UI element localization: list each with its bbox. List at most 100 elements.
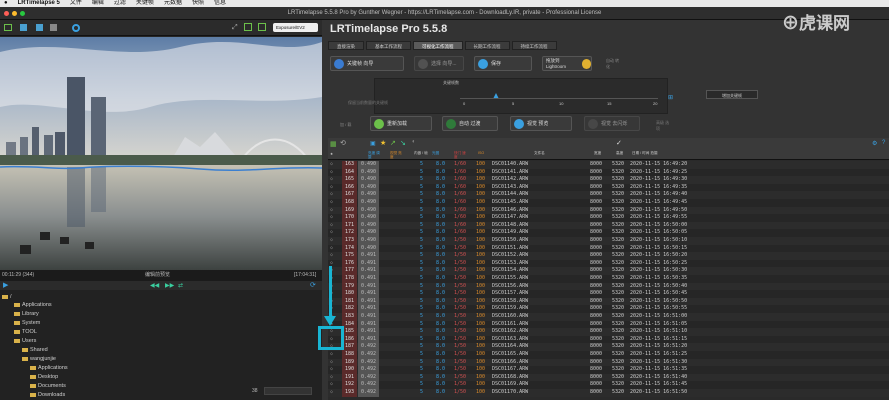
- step-back-icon[interactable]: ◀◀: [150, 282, 159, 289]
- keyframe-marker[interactable]: ◇: [330, 184, 333, 192]
- menu-keyframe[interactable]: 关键帧: [136, 0, 154, 7]
- table-row[interactable]: ◇ 169 0.490 5 8.0 1/60 100 DSC01146.ARW 8000 5320…: [328, 206, 889, 215]
- tab-continuous-workflow[interactable]: 持续工作流程: [511, 41, 557, 50]
- keyframe-marker[interactable]: ◇: [330, 207, 333, 215]
- table-grid-icon[interactable]: ▦: [330, 140, 337, 148]
- select-wizard-button[interactable]: 选择 向导...: [414, 56, 464, 71]
- keyframe-marker[interactable]: ◇: [330, 381, 333, 389]
- th-aperture[interactable]: 光圈: [432, 151, 439, 155]
- table-row[interactable]: ◇ 185 0.491 5 8.0 1/50 100 DSC01162.ARW 8000 5320…: [328, 328, 889, 336]
- keyframe-marker[interactable]: ◇: [330, 161, 333, 169]
- table-row[interactable]: ◇ 166 0.490 5 8.0 1/60 100 DSC01143.ARW 8000 5320…: [328, 183, 889, 192]
- compare-icon[interactable]: [36, 24, 43, 31]
- curve-icon[interactable]: [258, 23, 266, 31]
- tree-root[interactable]: /: [2, 293, 12, 301]
- menu-app-name[interactable]: LRTimelapse 5: [18, 0, 60, 7]
- menu-file[interactable]: 文件: [70, 0, 82, 7]
- sync-icon[interactable]: ⟳: [310, 281, 316, 289]
- keyframe-count-slider[interactable]: 关键帧数 0 5 10 15 20: [374, 78, 668, 114]
- step-forward-icon[interactable]: ▶▶: [165, 282, 174, 289]
- keyframe-marker[interactable]: ◇: [330, 351, 333, 359]
- add-keyframe-button[interactable]: 增加关键帧: [706, 90, 758, 99]
- play-icon[interactable]: ▶: [3, 281, 8, 289]
- menu-metadata[interactable]: 元数据: [164, 0, 182, 7]
- save-button[interactable]: 保存: [474, 56, 532, 71]
- visual-deflicker-button[interactable]: 视觉 去闪烁: [584, 116, 640, 131]
- reload-button[interactable]: 重新加载: [370, 116, 432, 131]
- table-row[interactable]: ◇ 187 0.492 5 8.0 1/50 100 DSC01164.ARW 8000 5320…: [328, 343, 889, 351]
- tab-render[interactable]: 直接渲染: [328, 41, 364, 50]
- th-iso[interactable]: ISO: [478, 151, 484, 155]
- close-window-icon[interactable]: [4, 11, 9, 16]
- tree-item-downloads[interactable]: Downloads: [30, 391, 65, 399]
- help-icon[interactable]: ?: [882, 140, 885, 146]
- table-row[interactable]: ◇ 189 0.492 5 8.0 1/50 100 DSC01166.ARW 8000 5320…: [328, 358, 889, 367]
- tree-item-desktop[interactable]: Desktop: [30, 373, 58, 381]
- drag-to-lightroom-button[interactable]: 拖放到 Lightroom: [542, 56, 592, 71]
- keyframe-marker[interactable]: ◇: [330, 366, 333, 374]
- table-row[interactable]: ◇1800.49158.01/50100DSC01157.ARW80005320…: [328, 290, 889, 298]
- keyframe-marker[interactable]: ◇: [330, 199, 333, 207]
- tree-item-users[interactable]: Users: [14, 337, 36, 345]
- keyframe-marker[interactable]: ◇: [330, 191, 333, 199]
- th-brightness-adjust[interactable]: 亮度 调整: [368, 151, 382, 159]
- keyframe-marker[interactable]: ◇: [330, 214, 333, 222]
- keyframe-marker[interactable]: ◇: [330, 222, 333, 230]
- menu-info[interactable]: 信息: [214, 0, 226, 7]
- minimize-window-icon[interactable]: [12, 11, 17, 16]
- table-row[interactable]: ◇ 190 0.492 5 8.0 1/50 100 DSC01167.ARW 8000 5320…: [328, 366, 889, 374]
- menu-edit[interactable]: 编辑: [92, 0, 104, 7]
- layout-icon[interactable]: [4, 24, 12, 31]
- th-datetime[interactable]: 日期 / 时间 拍摄: [632, 151, 658, 155]
- visual-preview-button[interactable]: 视觉 预览: [510, 116, 572, 131]
- menu-snapshot[interactable]: 快照: [192, 0, 204, 7]
- star-icon[interactable]: ★: [380, 139, 386, 147]
- th-width[interactable]: 宽度: [594, 151, 601, 155]
- tree-item-system[interactable]: System: [14, 319, 40, 327]
- table-row[interactable]: ◇ 173 0.490 5 8.0 1/50 100 DSC01150.ARW 8000 5320…: [328, 237, 889, 245]
- tree-item-user-applications[interactable]: Applications: [30, 364, 68, 372]
- table-settings-icon[interactable]: ⚙: [872, 140, 877, 147]
- keyframe-marker[interactable]: ◇: [330, 245, 333, 253]
- tree-item-shared[interactable]: Shared: [22, 346, 48, 354]
- menu-filter[interactable]: 过滤: [114, 0, 126, 7]
- slider-plus-icon[interactable]: ⊞: [668, 94, 673, 101]
- keyframe-marker[interactable]: ◇: [330, 252, 333, 260]
- expand-icon[interactable]: ⤢: [232, 24, 238, 32]
- tree-nav-buttons[interactable]: [264, 387, 312, 395]
- table-row[interactable]: ◇1810.49158.01/50100DSC01158.ARW80005320…: [328, 297, 889, 306]
- table-row[interactable]: ◇ 168 0.490 5 8.0 1/60 100 DSC01145.ARW 8000 5320…: [328, 199, 889, 207]
- keyframe-marker[interactable]: ◇: [330, 374, 333, 382]
- table-row[interactable]: ◇ 165 0.490 5 8.0 1/60 100 DSC01142.ARW 8000 5320…: [328, 176, 889, 184]
- table-row[interactable]: ◇ 172 0.490 5 8.0 1/60 100 DSC01149.ARW 8000 5320…: [328, 229, 889, 237]
- preview-mode-dropdown[interactable]: Exposure/EV2: [273, 23, 318, 32]
- tree-item-applications[interactable]: Applications: [14, 301, 52, 309]
- keyframe-marker[interactable]: ◇: [330, 237, 333, 245]
- tree-item-user-home[interactable]: wangjunjie: [22, 355, 56, 363]
- th-keyframe[interactable]: ★: [330, 152, 333, 156]
- tree-item-library[interactable]: Library: [14, 310, 39, 318]
- copy-icon[interactable]: ▣: [370, 140, 376, 147]
- table-row[interactable]: ◇1780.49158.01/50100DSC01155.ARW80005320…: [328, 275, 889, 283]
- table-row[interactable]: ◇ 176 0.491 5 8.0 1/50 100 DSC01153.ARW 8000 5320…: [328, 259, 889, 268]
- keyframe-marker[interactable]: ◇: [330, 359, 333, 367]
- tab-basic-workflow[interactable]: 基本工作流程: [366, 41, 411, 50]
- keyframe-marker[interactable]: ◇: [330, 229, 333, 237]
- apple-icon[interactable]: ●: [4, 0, 8, 7]
- loop-icon[interactable]: ⇄: [178, 282, 183, 289]
- table-row[interactable]: ◇ 188 0.492 5 8.0 1/50 100 DSC01165.ARW 8000 5320…: [328, 351, 889, 359]
- table-row[interactable]: ◇ 175 0.491 5 8.0 1/50 100 DSC01152.ARW 8000 5320…: [328, 252, 889, 260]
- table-row[interactable]: ◇ 167 0.490 5 8.0 1/60 100 DSC01144.ARW 8000 5320…: [328, 191, 889, 199]
- table-row[interactable]: ◇1770.49158.01/50100DSC01154.ARW80005320…: [328, 267, 889, 275]
- zoom-window-icon[interactable]: [20, 11, 25, 16]
- table-row[interactable]: ◇ 186 0.491 5 8.0 1/50 100 DSC01163.ARW 8000 5320…: [328, 335, 889, 344]
- slider-track[interactable]: [460, 98, 658, 99]
- table-row[interactable]: ◇ 170 0.490 5 8.0 1/60 100 DSC01147.ARW 8000 5320…: [328, 214, 889, 222]
- table-row[interactable]: ◇ 192 0.492 5 8.0 1/50 100 DSC01169.ARW 8000 5320…: [328, 381, 889, 389]
- th-visual-brightness[interactable]: 视觉 亮度: [390, 151, 404, 159]
- table-row[interactable]: ◇1830.49158.01/50100DSC01160.ARW80005320…: [328, 313, 889, 321]
- grid-icon[interactable]: [50, 24, 57, 31]
- tree-item-documents[interactable]: Documents: [30, 382, 66, 390]
- th-filename[interactable]: 文件名: [534, 151, 545, 155]
- table-row[interactable]: ◇ 164 0.490 5 8.0 1/60 100 DSC01141.ARW 8000 5320…: [328, 168, 889, 177]
